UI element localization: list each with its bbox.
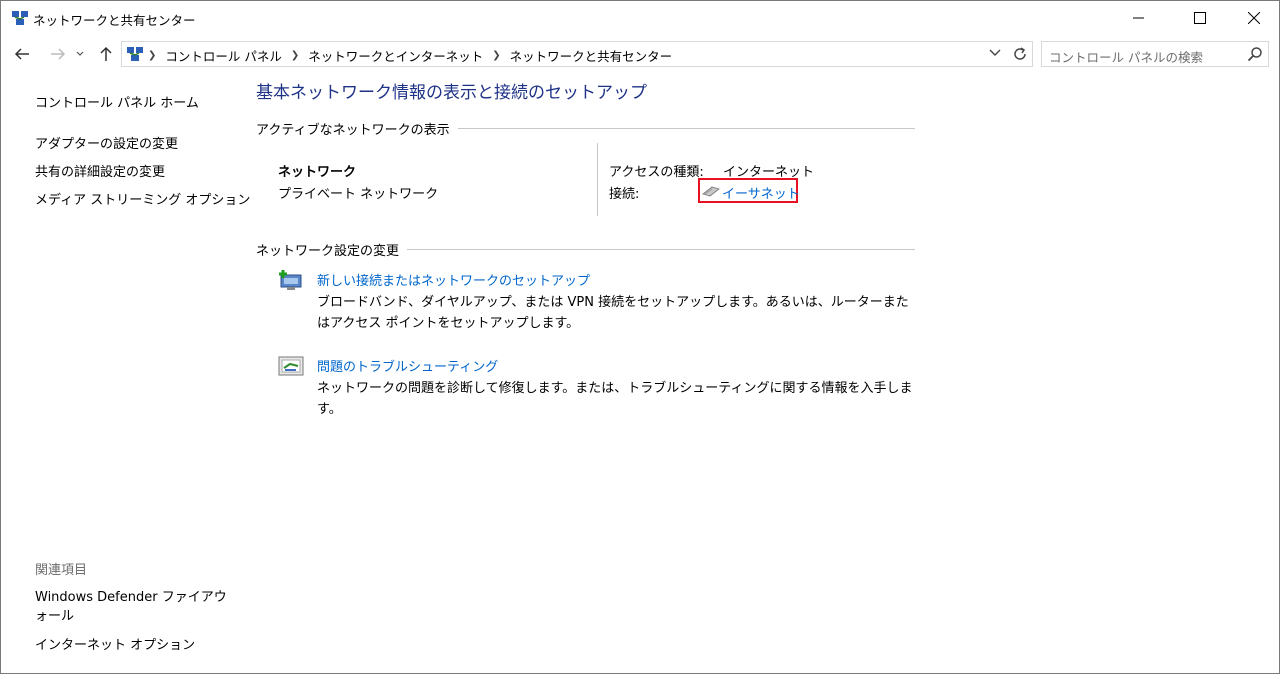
minimize-button[interactable] bbox=[1116, 1, 1162, 35]
close-button[interactable] bbox=[1231, 1, 1277, 35]
close-icon bbox=[1248, 12, 1260, 24]
sidebar-item-internet-options[interactable]: インターネット オプション bbox=[35, 634, 195, 653]
forward-button[interactable] bbox=[47, 43, 69, 65]
refresh-icon[interactable] bbox=[1011, 45, 1029, 63]
troubleshoot-link[interactable]: 問題のトラブルシューティング bbox=[317, 356, 498, 375]
sidebar-item-media-streaming[interactable]: メディア ストリーミング オプション bbox=[35, 189, 250, 208]
ethernet-connection-link[interactable]: イーサネット bbox=[722, 183, 800, 202]
network-center-icon bbox=[12, 11, 28, 25]
active-networks-heading: アクティブなネットワークの表示 bbox=[256, 119, 458, 138]
recent-locations-button[interactable] bbox=[73, 43, 87, 65]
back-button[interactable] bbox=[11, 43, 33, 65]
breadcrumb-separator-icon[interactable]: ❯ bbox=[291, 50, 299, 61]
maximize-icon bbox=[1194, 12, 1206, 24]
setup-new-connection-link[interactable]: 新しい接続またはネットワークのセットアップ bbox=[317, 270, 590, 289]
network-profile: プライベート ネットワーク bbox=[278, 187, 439, 202]
breadcrumb-item[interactable]: ネットワークとインターネット bbox=[308, 46, 483, 65]
ethernet-icon bbox=[702, 186, 720, 197]
breadcrumb: ❯ コントロール パネル ❯ ネットワークとインターネット ❯ ネットワークと共… bbox=[148, 46, 672, 65]
troubleshoot-description: ネットワークの問題を診断して修復します。または、トラブルシューティングに関する情… bbox=[317, 381, 913, 417]
change-settings-heading: ネットワーク設定の変更 bbox=[256, 240, 408, 259]
access-type-label: アクセスの種類: bbox=[609, 165, 704, 180]
sidebar-item-adapter-settings[interactable]: アダプターの設定の変更 bbox=[35, 133, 178, 152]
page-title: 基本ネットワーク情報の表示と接続のセットアップ bbox=[256, 83, 647, 103]
new-connection-icon bbox=[279, 270, 302, 290]
up-arrow-icon bbox=[100, 46, 112, 61]
breadcrumb-item[interactable]: コントロール パネル bbox=[165, 46, 281, 65]
minimize-icon bbox=[1133, 17, 1144, 19]
sidebar-item-advanced-sharing[interactable]: 共有の詳細設定の変更 bbox=[35, 161, 165, 180]
back-arrow-icon bbox=[14, 48, 29, 60]
maximize-button[interactable] bbox=[1177, 1, 1223, 35]
up-button[interactable] bbox=[95, 43, 117, 65]
sidebar-item-control-panel-home[interactable]: コントロール パネル ホーム bbox=[35, 92, 199, 111]
search-placeholder: コントロール パネルの検索 bbox=[1049, 50, 1203, 65]
window: ネットワークと共有センター ❯ コントロール パネル ❯ ネットワークとインター… bbox=[0, 0, 1280, 674]
breadcrumb-separator-icon[interactable]: ❯ bbox=[492, 50, 500, 61]
address-bar[interactable]: ❯ コントロール パネル ❯ ネットワークとインターネット ❯ ネットワークと共… bbox=[121, 41, 1033, 67]
chevron-down-icon bbox=[76, 51, 84, 56]
network-divider bbox=[597, 143, 598, 216]
search-box[interactable]: コントロール パネルの検索 bbox=[1041, 41, 1269, 67]
related-heading: 関連項目 bbox=[35, 563, 88, 578]
breadcrumb-separator-icon[interactable]: ❯ bbox=[148, 50, 156, 61]
sidebar-item-firewall[interactable]: Windows Defender ファイアウォール bbox=[35, 588, 227, 626]
connection-label: 接続: bbox=[609, 187, 640, 202]
network-name: ネットワーク bbox=[278, 165, 357, 180]
address-dropdown-icon[interactable] bbox=[989, 48, 1001, 58]
troubleshoot-icon bbox=[278, 356, 304, 376]
forward-arrow-icon bbox=[51, 48, 66, 60]
control-panel-icon bbox=[127, 47, 143, 61]
search-icon[interactable] bbox=[1247, 46, 1263, 62]
navigation-bar: ❯ コントロール パネル ❯ ネットワークとインターネット ❯ ネットワークと共… bbox=[1, 39, 1279, 69]
breadcrumb-item[interactable]: ネットワークと共有センター bbox=[510, 46, 673, 65]
setup-new-connection-description: ブロードバンド、ダイヤルアップ、または VPN 接続をセットアップします。あるい… bbox=[317, 295, 909, 331]
window-title: ネットワークと共有センター bbox=[33, 13, 196, 28]
title-bar: ネットワークと共有センター bbox=[1, 1, 1279, 35]
